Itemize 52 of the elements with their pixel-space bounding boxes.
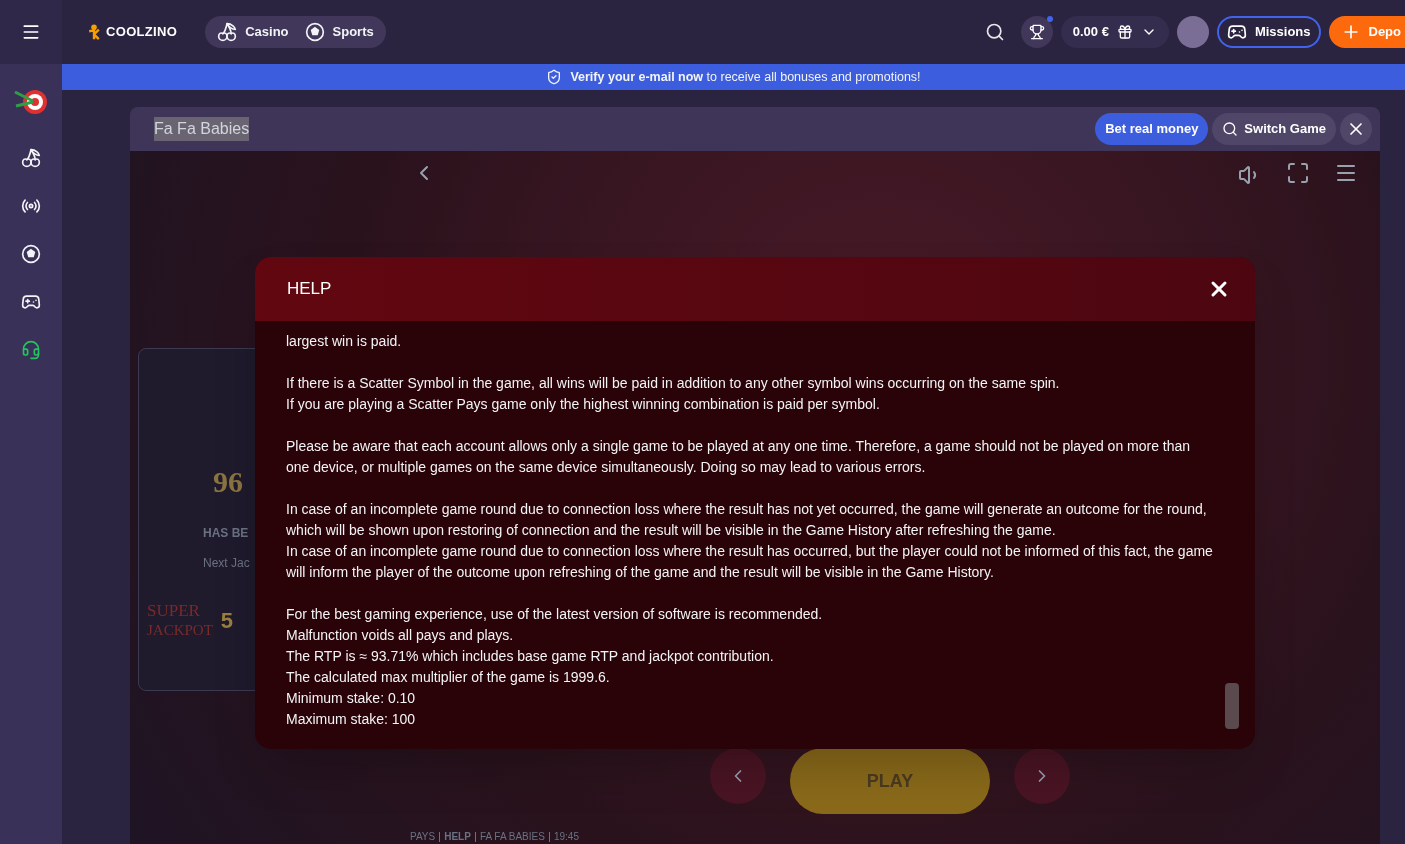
fullscreen-icon[interactable]: [1286, 161, 1310, 185]
avatar[interactable]: [1176, 16, 1209, 48]
help-text: In case of an incomplete game round due to connection loss where the result has occurred, but the player could not be informed of this fact, the game will inform the player of the outcome upon refreshing of the game and the result will be visible in the Game History.: [286, 542, 1214, 582]
balance-button[interactable]: 0.00 €: [1060, 16, 1169, 48]
scrollbar-thumb[interactable]: [1225, 683, 1239, 729]
jackpot-text: JACKPOT: [147, 621, 213, 640]
cherry-icon: [217, 22, 238, 42]
game-title: Fa Fa Babies: [154, 117, 250, 141]
next-jackpot-text: Next Jac: [203, 555, 250, 572]
nav-link[interactable]: Casino: [217, 22, 289, 42]
broadcast-icon[interactable]: [21, 196, 41, 216]
help-text: If there is a Scatter Symbol in the game, all wins will be paid in addition to any other symbol wins occurring on the same spin.: [286, 374, 1061, 393]
bet-real-money-button[interactable]: Bet real money: [1095, 113, 1209, 145]
super-text: SUPER: [147, 600, 201, 622]
trophy-icon: [1028, 24, 1045, 40]
help-text: The calculated max multiplier of the game is 1999.6.: [286, 668, 611, 687]
logo-mark-icon[interactable]: [86, 22, 102, 42]
banner-text: Verify your e-mail now to receive all bonuses and promotions!: [570, 68, 921, 86]
dialog-title: HELP: [287, 278, 332, 301]
soccer-ball-icon: [304, 22, 325, 42]
help-text: The RTP is ≈ 93.71% which includes base game RTP and jackpot contribution.: [286, 647, 775, 666]
shield-icon: [546, 69, 563, 85]
help-text: Maximum stake: 100: [286, 710, 417, 729]
close-button[interactable]: [1340, 113, 1372, 145]
help-text: For the best gaming experience, use of the latest version of software is recommended.: [286, 605, 824, 624]
help-text: largest win is paid.: [286, 332, 403, 351]
footer-text: 19:45: [553, 830, 579, 844]
help-text: If you are playing a Scatter Pays game only the highest winning combination is paid per symbol.: [286, 395, 881, 414]
logo-text[interactable]: COOLZINO: [106, 22, 178, 42]
gamepad-icon: [1226, 22, 1247, 42]
menu-icon[interactable]: [21, 22, 41, 42]
help-text: Malfunction voids all pays and plays.: [286, 626, 515, 645]
missions-button[interactable]: Missions: [1216, 16, 1321, 48]
jackpot-amount: 5: [220, 606, 234, 635]
footer-text: HELP: [444, 830, 471, 844]
gamepad-icon[interactable]: [21, 292, 41, 312]
jackpot-number: 96: [213, 464, 243, 500]
cherry-icon[interactable]: [21, 148, 41, 168]
help-text: Please be aware that each account allows only a single game to be played at any one time. Therefore, a game should not be played on more than one device, or multiple games on the same device simultaneously. Doing so may lead to various errors.: [286, 437, 1192, 477]
footer-text: FA FA BABIES: [479, 830, 545, 844]
switch-game-button[interactable]: Switch Game: [1212, 113, 1336, 145]
soccer-ball-icon: [21, 244, 41, 264]
search-icon[interactable]: [984, 22, 1005, 42]
help-text: In case of an incomplete game round due to connection loss where the result has not yet occurred, the game will generate an outcome for the round, which will be shown upon restoring of connection and the result will be visible in the Game History after refreshing the game.: [286, 500, 1208, 540]
footer-text: PAYS: [410, 830, 436, 844]
gift-icon: [1116, 24, 1133, 40]
nav-link[interactable]: Sports: [304, 22, 374, 42]
jackpot-caption: HAS BE: [203, 525, 249, 542]
trophy-button[interactable]: [1020, 16, 1053, 48]
help-text: Minimum stake: 0.10: [286, 689, 417, 708]
headset-icon[interactable]: [21, 340, 41, 360]
search-icon: [1222, 121, 1239, 137]
